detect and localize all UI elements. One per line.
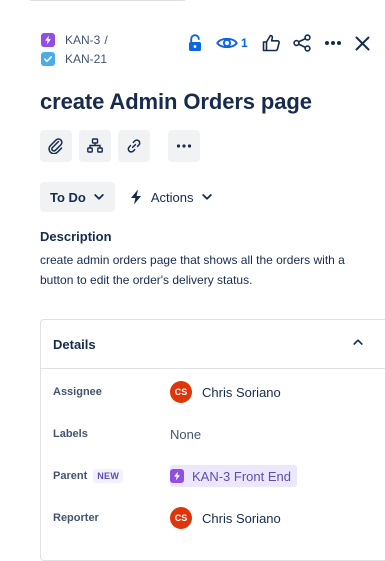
more-actions-button[interactable] (168, 130, 200, 162)
assignee-name: Chris Soriano (202, 384, 281, 400)
parent-link[interactable]: KAN-3 Front End (170, 465, 297, 487)
assignee-value[interactable]: CS Chris Soriano (170, 381, 281, 403)
description-text[interactable]: create admin orders page that shows all … (40, 250, 375, 290)
epic-icon (41, 32, 55, 47)
attachment-icon (48, 138, 63, 154)
issue-action-bar: 1 (185, 31, 370, 55)
unlock-icon[interactable] (185, 31, 205, 55)
breadcrumb-parent-key[interactable]: KAN-3 (65, 33, 100, 47)
thumbs-up-icon[interactable] (262, 31, 281, 55)
attach-button[interactable] (40, 130, 72, 162)
avatar: CS (170, 381, 192, 403)
parent-value: KAN-3 Front End (192, 468, 291, 484)
status-dropdown[interactable]: To Do (40, 182, 115, 212)
actions-dropdown[interactable]: Actions (129, 182, 212, 212)
more-icon (176, 144, 192, 148)
watch-button[interactable]: 1 (216, 31, 248, 55)
parent-row: Parent NEW KAN-3 Front End (53, 463, 297, 489)
chevron-down-icon (201, 194, 212, 200)
watch-count: 1 (241, 36, 248, 50)
chevron-up-icon[interactable] (353, 339, 363, 345)
hierarchy-icon (87, 138, 103, 153)
status-label: To Do (50, 189, 86, 205)
details-panel: Details Assignee CS Chris Soriano Labels… (40, 319, 385, 561)
avatar: CS (170, 507, 192, 529)
issue-toolbar (40, 130, 200, 162)
close-icon[interactable] (355, 31, 370, 55)
assignee-label: Assignee (53, 386, 102, 398)
description-heading: Description (40, 229, 112, 244)
top-divider (30, 0, 185, 1)
share-icon[interactable] (292, 31, 311, 55)
new-badge: NEW (93, 469, 124, 483)
details-header[interactable]: Details (41, 320, 385, 369)
breadcrumb: KAN-3 / KAN-21 (41, 30, 108, 68)
breadcrumb-issue-key[interactable]: KAN-21 (65, 52, 107, 66)
eye-icon (216, 37, 238, 49)
labels-row: Labels None (53, 421, 201, 447)
reporter-row: Reporter CS Chris Soriano (53, 505, 281, 531)
labels-value[interactable]: None (170, 427, 201, 442)
parent-label: Parent (53, 470, 88, 482)
lightning-icon (130, 189, 141, 205)
parent-label-wrap: Parent NEW (53, 469, 170, 483)
reporter-label: Reporter (53, 512, 99, 524)
child-issue-button[interactable] (79, 130, 111, 162)
task-check-icon (41, 51, 55, 66)
more-icon[interactable] (324, 31, 342, 55)
link-icon (127, 139, 141, 153)
breadcrumb-separator: / (104, 32, 108, 47)
breadcrumb-issue[interactable]: KAN-21 (41, 49, 108, 68)
epic-icon (170, 469, 184, 483)
assignee-row: Assignee CS Chris Soriano (53, 379, 281, 405)
chevron-down-icon (94, 194, 104, 200)
status-row: To Do Actions (40, 182, 212, 212)
reporter-value[interactable]: CS Chris Soriano (170, 507, 281, 529)
labels-label: Labels (53, 428, 88, 440)
link-issue-button[interactable] (118, 130, 150, 162)
reporter-name: Chris Soriano (202, 510, 281, 526)
breadcrumb-parent[interactable]: KAN-3 / (41, 30, 108, 49)
issue-title[interactable]: create Admin Orders page (40, 89, 312, 115)
actions-label: Actions (150, 189, 194, 205)
details-title: Details (53, 336, 96, 352)
